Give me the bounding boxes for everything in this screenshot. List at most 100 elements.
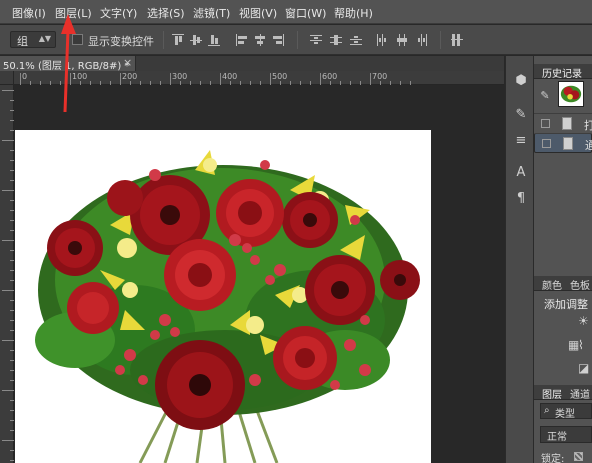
curves-icon[interactable]: ⌇ [578,338,584,352]
history-checkbox[interactable] [542,139,551,148]
ruler-label: 300 [172,72,188,81]
ruler-tick [10,380,14,381]
distribute-right-icon[interactable] [416,34,428,46]
history-row-selected[interactable]: 通 [534,133,592,153]
show-transform-label: 显示变换控件 [88,35,154,48]
menu-help[interactable]: 帮助(H) [334,5,373,21]
tab-channels[interactable]: 通道 [570,386,590,401]
distribute-bottom-icon[interactable] [350,34,362,46]
distribute-top-icon[interactable] [310,34,322,46]
align-bottom-icon[interactable] [208,34,220,46]
ruler-minor-tick [160,81,161,85]
menu-view[interactable]: 视图(V) [239,5,277,21]
3d-icon[interactable]: ⬢ [512,72,530,90]
ruler-label: 0 [22,72,28,81]
ruler-minor-tick [90,81,91,85]
ruler-minor-tick [130,81,131,85]
history-row-label: 打 [584,119,592,132]
options-bar: 组 ▲▼ 显示变换控件 [0,25,592,55]
ruler-label: 200 [122,72,138,81]
distribute-hcenter-icon[interactable] [396,34,408,46]
menu-window[interactable]: 窗口(W) [285,5,326,21]
ruler-tick [10,110,14,111]
ruler-tick [2,190,14,191]
menu-type[interactable]: 文字(Y) [100,5,137,21]
ruler-tick [2,440,14,441]
auto-select-dropdown[interactable]: 组 ▲▼ [10,31,56,48]
ruler-tick [10,360,14,361]
lock-label: 锁定: [541,454,565,463]
ruler-tick [10,220,14,221]
lock-transparency-icon[interactable] [574,452,583,461]
document-icon [563,137,573,150]
ruler-minor-tick [390,81,391,85]
history-brush-icon[interactable]: ✎ [538,87,552,102]
divider [440,31,441,49]
auto-select-value: 组 [17,35,28,48]
tab-color[interactable]: 颜色 [542,277,562,292]
ruler-minor-tick [350,81,351,85]
auto-align-icon[interactable] [451,34,463,46]
ruler-tick [10,160,14,161]
ruler-tick [2,140,14,141]
workspace[interactable] [15,86,504,463]
ruler-tick [10,150,14,151]
character-icon[interactable]: A [512,164,530,182]
ruler-tick [10,210,14,211]
ruler-corner[interactable] [0,71,14,85]
ruler-minor-tick [250,81,251,85]
exposure-icon[interactable]: ◪ [578,361,589,375]
tab-layers[interactable]: 图层 [542,386,562,401]
brightness-icon[interactable]: ☀ [578,314,589,328]
tab-history[interactable]: 历史记录 [542,65,582,80]
blend-mode-value: 正常 [547,432,567,443]
layers-tab-bar: 图层 通道 [534,385,592,401]
menu-select[interactable]: 选择(S) [147,5,185,21]
ruler-minor-tick [340,81,341,85]
align-right-icon[interactable] [272,34,284,46]
align-hcenter-icon[interactable] [254,34,266,46]
distribute-left-icon[interactable] [376,34,388,46]
ruler-minor-tick [190,81,191,85]
ruler-minor-tick [140,81,141,85]
history-snapshot-thumbnail[interactable] [558,81,584,107]
brush-preset-icon[interactable]: ✎ [512,106,530,124]
ruler-tick [10,420,14,421]
blend-mode-dropdown[interactable]: 正常 [540,426,592,443]
paragraph-icon[interactable]: ¶ [512,190,530,208]
align-vcenter-icon[interactable] [190,34,202,46]
layer-filter-dropdown[interactable]: ⌕ 类型 [540,403,592,420]
horizontal-ruler[interactable]: 0 100 200 300 400 500 600 700 [14,71,504,85]
history-row-label: 通 [585,139,592,152]
ruler-tick [10,320,14,321]
distribute-vcenter-icon[interactable] [330,34,342,46]
align-top-icon[interactable] [172,34,184,46]
close-icon[interactable]: × [123,56,132,69]
ruler-minor-tick [240,81,241,85]
menu-filter[interactable]: 滤镜(T) [193,5,230,21]
history-checkbox[interactable] [541,119,550,128]
history-row[interactable]: 打 [534,113,592,133]
ruler-tick [10,430,14,431]
document-canvas[interactable] [15,130,431,463]
ruler-minor-tick [110,81,111,85]
ruler-tick [270,73,271,85]
tab-swatches[interactable]: 色板 [570,277,590,292]
align-left-icon[interactable] [236,34,248,46]
vertical-ruler[interactable] [0,85,14,463]
ruler-minor-tick [200,81,201,85]
adjust-sliders-icon[interactable]: ≡ [512,132,530,150]
dropdown-arrow-icon: ▲▼ [38,34,51,43]
ruler-tick [170,73,171,85]
ruler-minor-tick [300,81,301,85]
ruler-minor-tick [180,81,181,85]
ruler-tick [2,390,14,391]
ruler-label: 700 [372,72,388,81]
ruler-tick [2,290,14,291]
ruler-tick [10,270,14,271]
menu-image[interactable]: 图像(I) [12,5,46,21]
ruler-minor-tick [330,81,331,85]
adjustments-title: 添加调整 [544,298,588,311]
color-tab-bar: 颜色 色板 [534,276,592,292]
ruler-minor-tick [230,81,231,85]
